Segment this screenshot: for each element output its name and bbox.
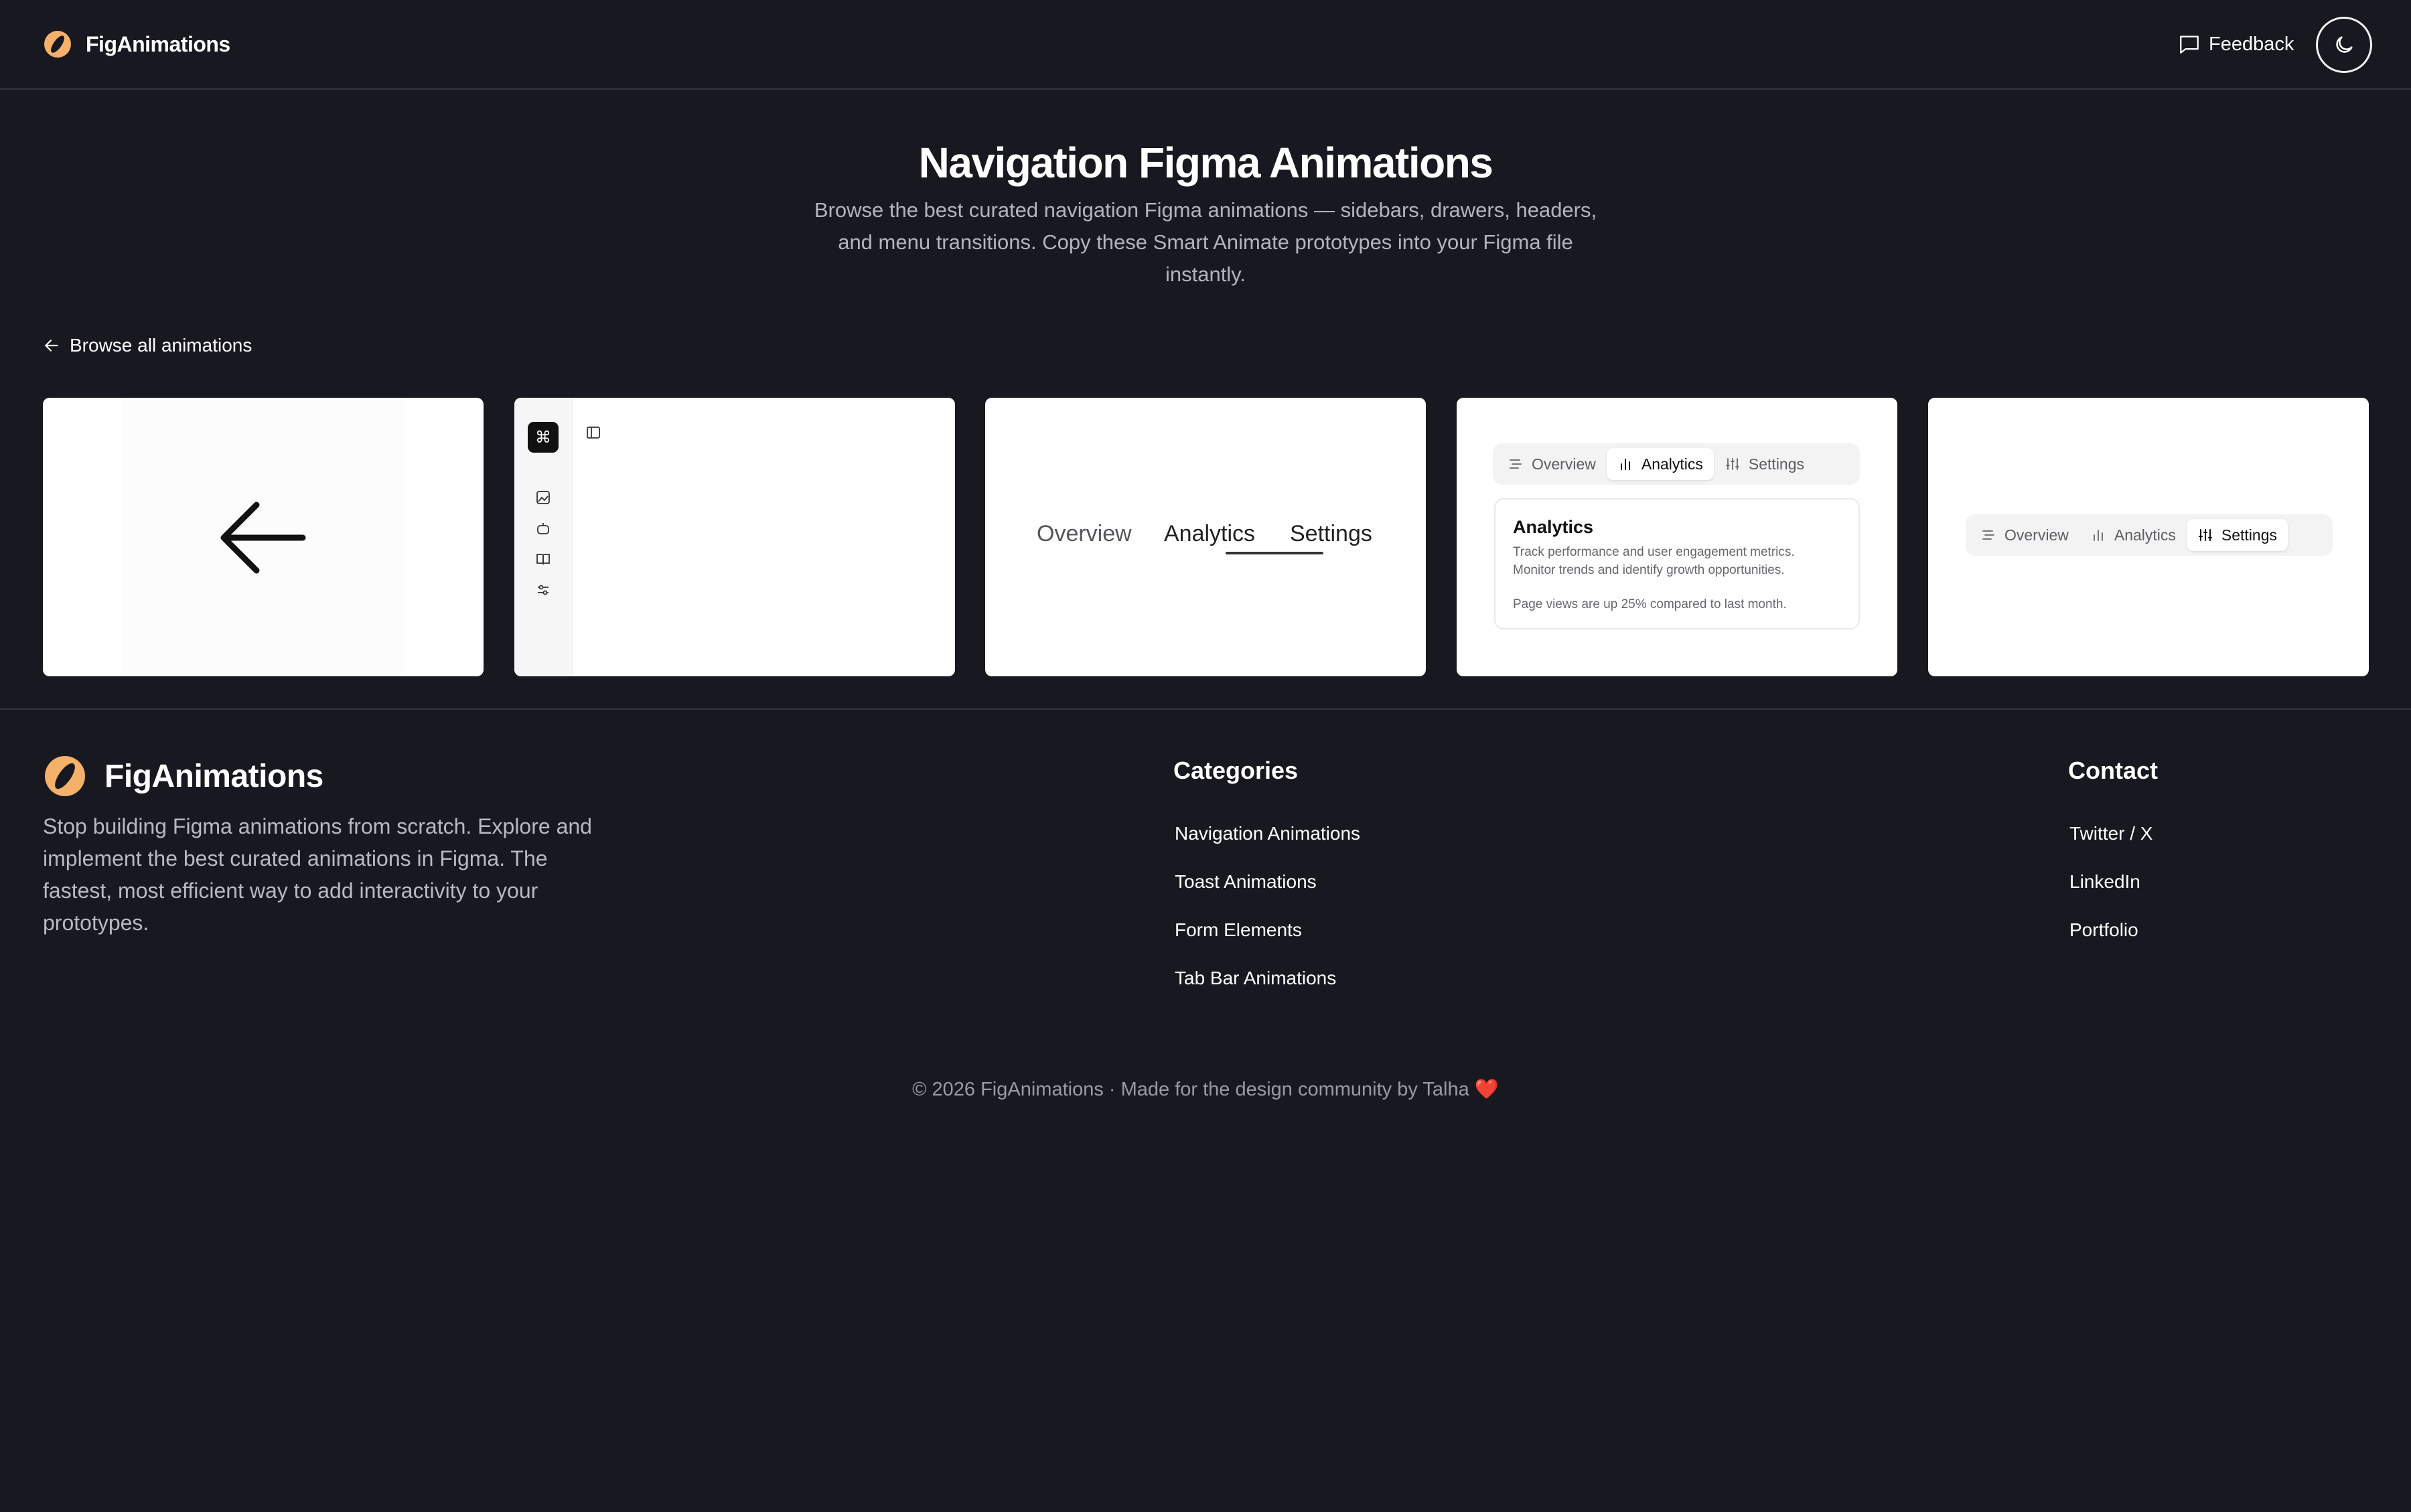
footer-link-linkedin[interactable]: LinkedIn bbox=[2069, 871, 2140, 893]
browse-all-link[interactable]: Browse all animations bbox=[43, 335, 252, 356]
logo-icon bbox=[44, 31, 71, 58]
segmented-control: Overview Analytics Settings bbox=[1493, 443, 1860, 485]
panel-title: Analytics bbox=[1513, 517, 1594, 537]
segment-analytics: Analytics bbox=[1606, 448, 1714, 480]
animation-card-segmented-tabs[interactable]: Overview Analytics Settings bbox=[1928, 398, 2369, 676]
animation-card-sidebar[interactable]: ⌘ bbox=[514, 398, 955, 676]
segment-overview: Overview bbox=[1970, 519, 2079, 551]
segment-settings: Settings bbox=[1714, 448, 1815, 480]
footer-link-twitter[interactable]: Twitter / X bbox=[2069, 823, 2152, 844]
image-icon bbox=[536, 491, 550, 504]
analytics-panel: Analytics Track performance and user eng… bbox=[1494, 498, 1860, 629]
list-icon bbox=[1982, 530, 1994, 540]
tab-analytics: Analytics bbox=[1164, 521, 1256, 546]
animation-card-segmented-panel[interactable]: Overview Analytics Settings Analytics Tr… bbox=[1457, 398, 1897, 676]
segment-label: Settings bbox=[1748, 455, 1805, 473]
segment-label: Overview bbox=[1532, 455, 1596, 473]
footer-description: Stop building Figma animations from scra… bbox=[43, 814, 592, 935]
segment-overview: Overview bbox=[1497, 448, 1607, 480]
panel-line-2: Monitor trends and identify growth oppor… bbox=[1513, 563, 1785, 577]
feedback-icon bbox=[2180, 35, 2199, 54]
command-icon: ⌘ bbox=[528, 422, 559, 453]
sliders-icon bbox=[538, 585, 549, 595]
animation-card-underline-tabs[interactable]: Overview Analytics Settings bbox=[985, 398, 1426, 676]
moon-icon bbox=[2336, 36, 2353, 53]
segment-label: Settings bbox=[2221, 526, 2278, 544]
footer-brand[interactable]: FigAnimations bbox=[43, 754, 323, 798]
brand-link[interactable]: FigAnimations bbox=[43, 29, 230, 59]
top-bar: FigAnimations Feedback bbox=[0, 0, 2411, 90]
book-icon bbox=[536, 554, 550, 565]
segment-label: Analytics bbox=[1641, 455, 1703, 473]
page-subtitle: Browse the best curated navigation Figma… bbox=[814, 198, 1597, 286]
sliders-icon bbox=[2198, 529, 2212, 541]
sliders-icon bbox=[1726, 458, 1739, 470]
tab-overview: Overview bbox=[1037, 521, 1132, 546]
robot-icon bbox=[537, 523, 549, 534]
copyright-text: © 2026 FigAnimations · Made for the desi… bbox=[912, 1079, 1499, 1100]
panel-note: Page views are up 25% compared to last m… bbox=[1513, 597, 1787, 611]
footer-divider bbox=[0, 708, 2411, 710]
browse-all-label: Browse all animations bbox=[70, 335, 252, 356]
footer-link-portfolio[interactable]: Portfolio bbox=[2069, 919, 2138, 941]
bar-chart-icon bbox=[2093, 530, 2103, 541]
tab-underline-indicator bbox=[1226, 552, 1323, 554]
segment-analytics: Analytics bbox=[2079, 519, 2187, 551]
brand-name: FigAnimations bbox=[86, 31, 230, 56]
tab-settings: Settings bbox=[1290, 521, 1372, 546]
arrow-left-icon bbox=[45, 339, 58, 352]
segment-settings: Settings bbox=[2186, 519, 2288, 551]
bar-chart-icon bbox=[1620, 459, 1630, 470]
segment-label: Analytics bbox=[2114, 526, 2176, 544]
theme-toggle-button[interactable] bbox=[2316, 17, 2372, 73]
segmented-control: Overview Analytics Settings bbox=[1966, 514, 2333, 556]
feedback-label: Feedback bbox=[2209, 33, 2294, 55]
footer-link-form-elements[interactable]: Form Elements bbox=[1175, 919, 1302, 941]
footer-link-navigation[interactable]: Navigation Animations bbox=[1175, 823, 1360, 844]
footer-link-toast[interactable]: Toast Animations bbox=[1175, 871, 1317, 893]
segment-label: Overview bbox=[2004, 526, 2069, 544]
list-icon bbox=[1510, 459, 1522, 469]
panel-line-1: Track performance and user engagement me… bbox=[1513, 545, 1795, 559]
animation-card-back-arrow[interactable] bbox=[43, 398, 484, 676]
sidebar-panel-icon bbox=[587, 427, 600, 439]
arrow-left-icon bbox=[220, 502, 306, 574]
categories-heading: Categories bbox=[1173, 757, 1299, 784]
footer-brand-name: FigAnimations bbox=[104, 758, 323, 794]
logo-icon bbox=[45, 756, 85, 796]
footer-link-tab-bar[interactable]: Tab Bar Animations bbox=[1175, 968, 1336, 989]
feedback-button[interactable]: Feedback bbox=[2178, 31, 2294, 58]
page-title: Navigation Figma Animations bbox=[918, 139, 1493, 187]
contact-heading: Contact bbox=[2068, 757, 2158, 784]
